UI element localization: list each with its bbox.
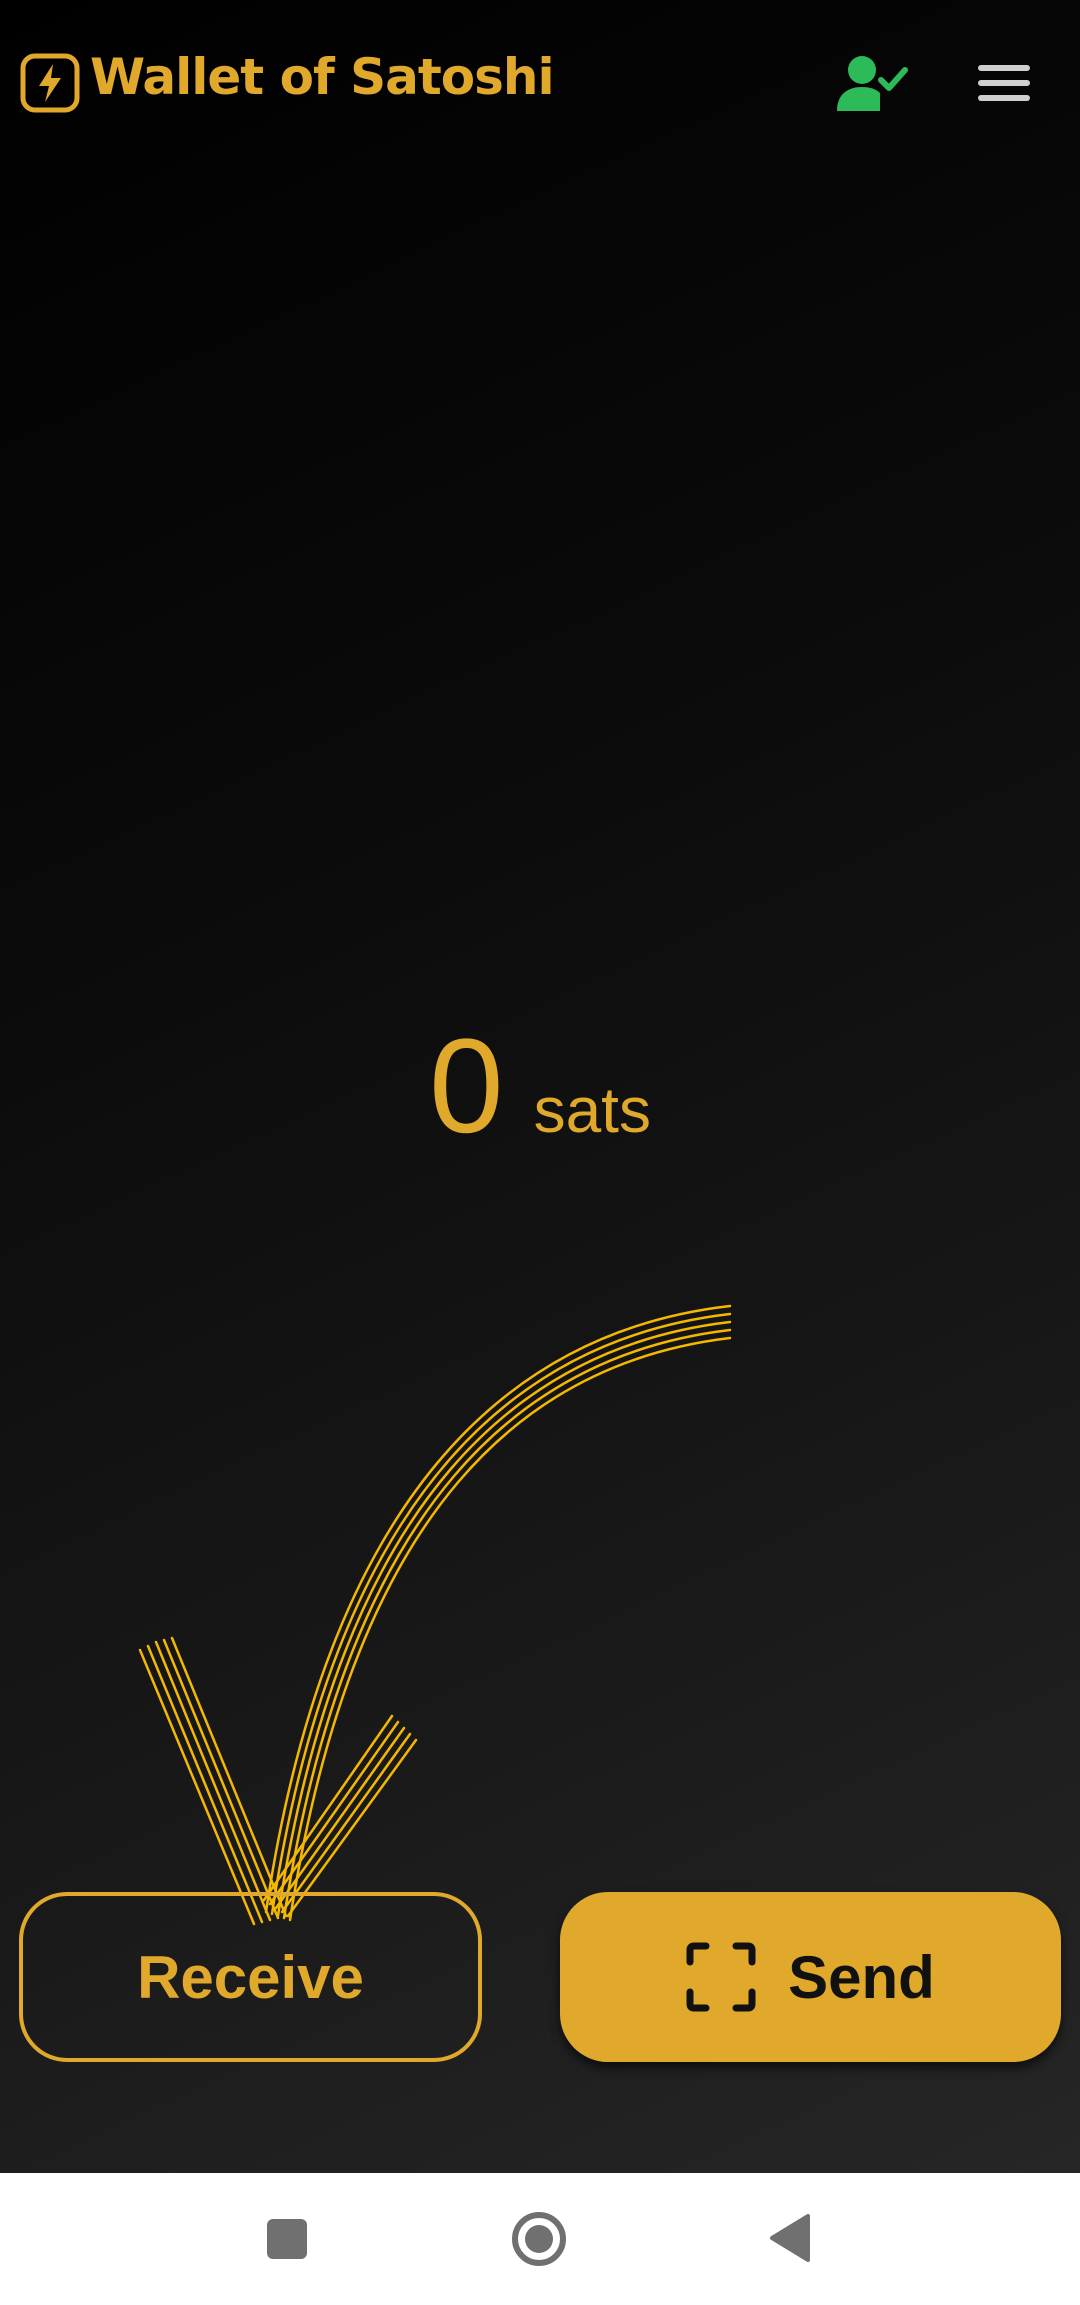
lightning-bolt-icon[interactable] xyxy=(20,53,80,113)
balance-display: 0 sats xyxy=(0,1010,1080,1163)
circle-home-icon[interactable] xyxy=(511,2211,567,2267)
hamburger-menu-icon[interactable] xyxy=(978,63,1030,103)
send-button[interactable]: Send xyxy=(560,1892,1061,2062)
wallet-screen: Wallet of Satoshi 0 sats Receive Send xyxy=(0,0,1080,2173)
app-header: Wallet of Satoshi xyxy=(0,0,1080,170)
triangle-back-icon[interactable] xyxy=(768,2213,812,2263)
send-button-label: Send xyxy=(788,1943,935,2011)
square-icon[interactable] xyxy=(267,2219,307,2259)
balance-unit: sats xyxy=(533,1074,651,1146)
scan-icon xyxy=(686,1942,756,2012)
app-title: Wallet of Satoshi xyxy=(90,48,555,106)
hint-arrow-icon xyxy=(138,1304,732,1926)
system-navigation-bar xyxy=(0,2173,1080,2305)
balance-amount: 0 xyxy=(429,1012,504,1161)
receive-button-label: Receive xyxy=(137,1943,364,2011)
receive-button[interactable]: Receive xyxy=(19,1892,482,2062)
user-verified-icon[interactable] xyxy=(835,53,909,113)
